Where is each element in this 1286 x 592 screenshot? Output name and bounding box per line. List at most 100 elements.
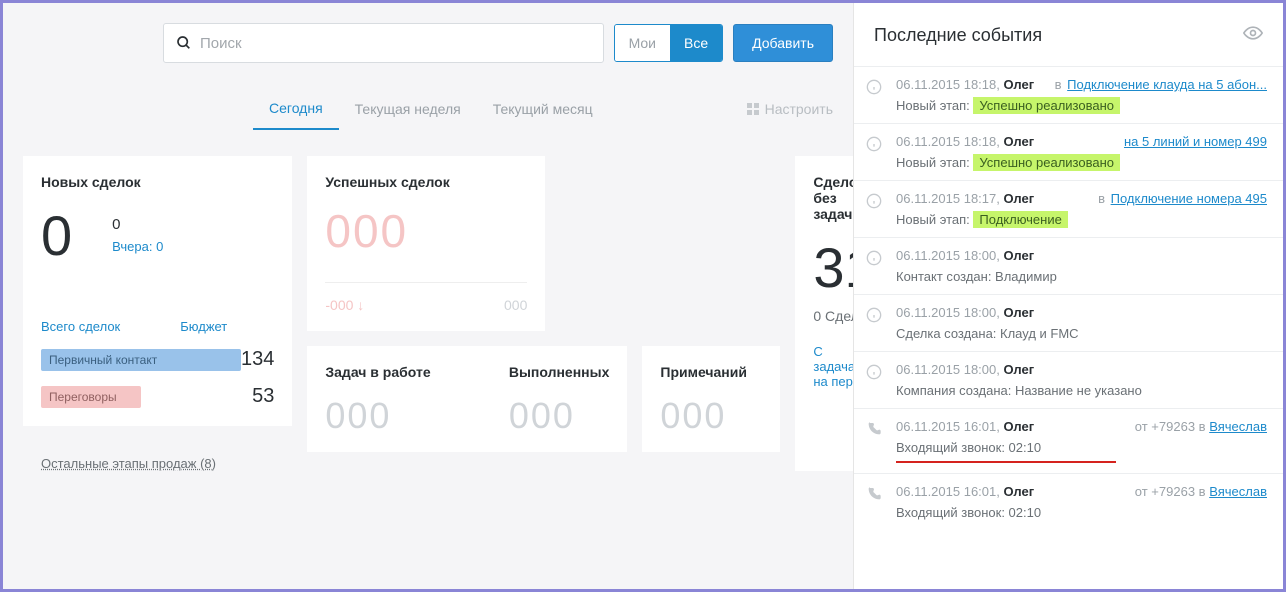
card-notes: Примечаний 000 — [642, 346, 780, 452]
new-deals-value: 0 — [41, 208, 72, 264]
event-timestamp: 06.11.2015 16:01, — [896, 419, 1000, 434]
success-right: 000 — [504, 297, 527, 313]
event-user: Олег — [1003, 248, 1034, 263]
card-no-tasks: Сделок без задач 31 0 Сделок С задачами … — [795, 156, 853, 471]
event-item[interactable]: 06.11.2015 18:18, Олег в Подключение кла… — [854, 66, 1283, 123]
other-stages-link[interactable]: Остальные этапы продаж (8) — [23, 456, 292, 471]
card-title: Задач в работе — [325, 364, 430, 380]
grid-icon — [747, 103, 759, 115]
event-stage-label: Новый этап: — [896, 98, 970, 113]
event-item[interactable]: 06.11.2015 18:00, Олег Компания создана:… — [854, 351, 1283, 408]
event-user: Олег — [1003, 77, 1034, 92]
event-user: Олег — [1003, 134, 1034, 149]
search-input[interactable] — [200, 35, 591, 52]
event-redbar — [896, 461, 1116, 463]
card-success: Успешных сделок 000 -000 ↓ 000 — [307, 156, 545, 331]
events-title: Последние события — [874, 25, 1042, 46]
event-user: Олег — [1003, 484, 1034, 499]
filter-all[interactable]: Все — [670, 25, 722, 61]
stage-count: 134 — [241, 348, 274, 371]
event-mid: от +79263 в — [1135, 484, 1206, 499]
info-icon — [866, 79, 882, 98]
event-item[interactable]: 06.11.2015 18:17, Олег в Подключение ном… — [854, 180, 1283, 237]
success-delta: -000 ↓ — [325, 297, 364, 313]
event-item[interactable]: 06.11.2015 18:00, Олег Сделка создана: К… — [854, 294, 1283, 351]
tab-today[interactable]: Сегодня — [253, 88, 339, 130]
event-highlight: Успешно реализовано — [973, 154, 1120, 171]
info-icon — [866, 307, 882, 326]
notes-value: 000 — [660, 398, 762, 434]
tasks-work-value: 000 — [325, 398, 430, 434]
phone-icon — [866, 421, 882, 440]
event-user: Олег — [1003, 305, 1034, 320]
tasks-period-link[interactable]: С задачами на период — [813, 344, 853, 389]
event-detail: Входящий звонок: 02:10 — [896, 505, 1267, 520]
link-all-deals[interactable]: Всего сделок — [41, 319, 120, 334]
card-title: Сделок без задач — [813, 174, 853, 222]
events-panel: Последние события 06.11.2015 18:18, Олег… — [853, 3, 1283, 589]
no-tasks-value: 31 — [813, 240, 853, 296]
eye-icon — [1243, 23, 1263, 43]
event-prefix: в — [1055, 77, 1066, 92]
event-link[interactable]: на 5 линий и номер 499 — [1124, 134, 1267, 149]
yesterday-link[interactable]: Вчера: 0 — [112, 239, 163, 254]
event-detail: Компания создана: Название не указано — [896, 383, 1267, 398]
info-icon — [866, 193, 882, 212]
event-timestamp: 06.11.2015 18:00, — [896, 362, 1000, 377]
event-highlight: Подключение — [973, 211, 1067, 228]
event-item[interactable]: 06.11.2015 16:01, Олег от +79263 в Вячес… — [854, 408, 1283, 473]
card-title: Примечаний — [660, 364, 762, 380]
customize-link[interactable]: Настроить — [747, 101, 833, 117]
done-value: 000 — [509, 398, 610, 434]
event-link[interactable]: Вячеслав — [1209, 419, 1267, 434]
event-item[interactable]: 06.11.2015 16:01, Олег от +79263 в Вячес… — [854, 473, 1283, 530]
stage-row[interactable]: Переговоры 53 — [41, 385, 274, 408]
new-deals-side-value: 0 — [112, 216, 163, 233]
stage-count: 53 — [252, 385, 274, 408]
event-link[interactable]: Подключение номера 495 — [1111, 191, 1267, 206]
link-budget[interactable]: Бюджет — [180, 319, 227, 334]
filter-mine[interactable]: Мои — [615, 25, 670, 61]
dropdown-arrow-icon — [692, 61, 704, 62]
event-detail: Сделка создана: Клауд и FMC — [896, 326, 1267, 341]
event-link[interactable]: Вячеслав — [1209, 484, 1267, 499]
tab-month[interactable]: Текущий месяц — [477, 89, 609, 129]
event-stage-label: Новый этап: — [896, 155, 970, 170]
event-mid: от +79263 в — [1135, 419, 1206, 434]
info-icon — [866, 364, 882, 383]
search-box[interactable] — [163, 23, 604, 63]
event-user: Олег — [1003, 191, 1034, 206]
event-detail: Контакт создан: Владимир — [896, 269, 1267, 284]
card-title: Выполненных — [509, 364, 610, 380]
event-link[interactable]: Подключение клауда на 5 абон... — [1067, 77, 1267, 92]
event-timestamp: 06.11.2015 18:17, — [896, 191, 1000, 206]
event-detail: Входящий звонок: 02:10 — [896, 440, 1267, 455]
event-user: Олег — [1003, 362, 1034, 377]
stage-bar-negotiation: Переговоры — [41, 386, 141, 408]
stage-bar-primary: Первичный контакт — [41, 349, 241, 371]
add-button[interactable]: Добавить — [733, 24, 833, 62]
event-item[interactable]: 06.11.2015 18:18, Олег на 5 линий и номе… — [854, 123, 1283, 180]
card-title: Новых сделок — [41, 174, 274, 190]
tab-week[interactable]: Текущая неделя — [339, 89, 477, 129]
customize-label: Настроить — [765, 101, 833, 117]
card-title: Успешных сделок — [325, 174, 527, 190]
info-icon — [866, 136, 882, 155]
card-new-deals: Новых сделок 0 0 Вчера: 0 Всего сделок Б… — [23, 156, 292, 426]
stage-row[interactable]: Первичный контакт 134 — [41, 348, 274, 371]
event-stage-label: Новый этап: — [896, 212, 970, 227]
info-icon — [866, 250, 882, 269]
event-timestamp: 06.11.2015 16:01, — [896, 484, 1000, 499]
event-timestamp: 06.11.2015 18:00, — [896, 305, 1000, 320]
phone-icon — [866, 486, 882, 505]
event-item[interactable]: 06.11.2015 18:00, Олег Контакт создан: В… — [854, 237, 1283, 294]
filter-segmented: Мои Все — [614, 24, 724, 62]
event-highlight: Успешно реализовано — [973, 97, 1120, 114]
card-tasks-combo: Задач в работе 000 Выполненных 000 — [307, 346, 627, 452]
event-timestamp: 06.11.2015 18:00, — [896, 248, 1000, 263]
success-value: 000 — [325, 208, 527, 254]
event-timestamp: 06.11.2015 18:18, — [896, 77, 1000, 92]
event-prefix: в — [1098, 191, 1109, 206]
no-tasks-sub: 0 Сделок — [813, 308, 853, 324]
visibility-toggle[interactable] — [1243, 23, 1263, 48]
